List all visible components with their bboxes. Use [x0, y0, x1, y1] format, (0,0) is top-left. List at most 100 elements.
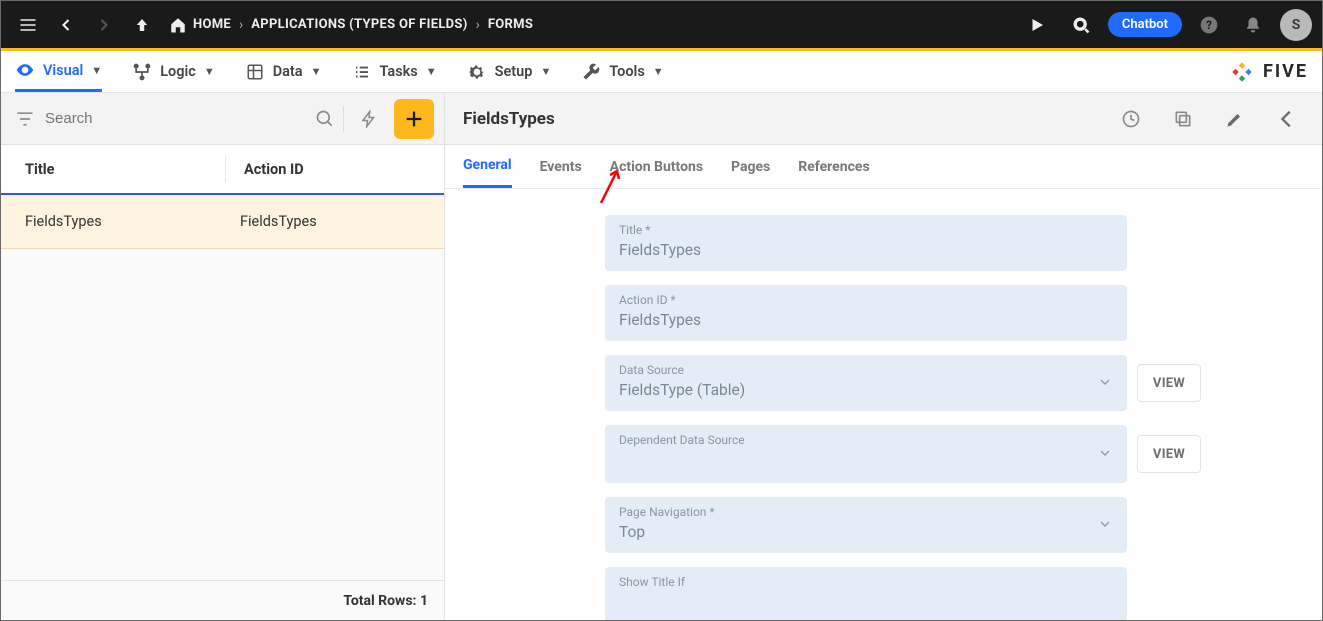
history-button[interactable] [1114, 102, 1148, 136]
run-button[interactable] [1020, 8, 1054, 42]
field-value: FieldsType (Table) [619, 381, 1097, 401]
tab-references[interactable]: References [798, 145, 869, 188]
form-body[interactable]: Title * FieldsTypes Action ID * FieldsTy… [445, 189, 1322, 620]
list-panel: Title Action ID FieldsTypes FieldsTypes … [1, 93, 445, 620]
field-dependent-data-source[interactable]: Dependent Data Source [605, 425, 1127, 483]
field-label: Dependent Data Source [619, 433, 1097, 447]
add-button[interactable] [394, 99, 434, 139]
field-show-title-if[interactable]: Show Title If [605, 567, 1127, 620]
detail-title: FieldsTypes [463, 109, 555, 129]
plus-icon [403, 108, 425, 130]
global-search-button[interactable] [1064, 8, 1098, 42]
copy-button[interactable] [1166, 102, 1200, 136]
menu-logic[interactable]: Logic ▼ [132, 51, 215, 92]
help-button[interactable]: ? [1192, 8, 1226, 42]
list-headers: Title Action ID [1, 145, 444, 195]
wrench-icon [581, 62, 601, 82]
menu-tools[interactable]: Tools ▼ [581, 51, 663, 92]
brand-text: FIVE [1263, 61, 1308, 82]
notifications-button[interactable] [1236, 8, 1270, 42]
field-label: Show Title If [619, 575, 1113, 589]
nav-forward-button [87, 8, 121, 42]
form-inner: Title * FieldsTypes Action ID * FieldsTy… [445, 215, 1322, 620]
search-icon[interactable] [315, 109, 335, 129]
tab-events[interactable]: Events [540, 145, 582, 188]
menu-label: Logic [160, 63, 196, 80]
brand-logo: FIVE [1229, 59, 1308, 85]
gear-icon [467, 62, 487, 82]
caret-down-icon: ▼ [426, 65, 437, 78]
breadcrumb-label: HOME [193, 17, 231, 32]
header-title[interactable]: Title [25, 161, 225, 178]
search-input[interactable] [43, 102, 305, 135]
menu-label: Tools [609, 63, 644, 80]
menu-label: Tasks [380, 63, 418, 80]
header-divider [225, 156, 226, 182]
field-title[interactable]: Title * FieldsTypes [605, 215, 1127, 271]
menu-tasks[interactable]: Tasks ▼ [352, 51, 437, 92]
tab-action-buttons[interactable]: Action Buttons [610, 145, 703, 188]
breadcrumbs: HOME › APPLICATIONS (TYPES OF FIELDS) › … [169, 16, 533, 34]
caret-down-icon: ▼ [540, 65, 551, 78]
topbar-left: HOME › APPLICATIONS (TYPES OF FIELDS) › … [11, 8, 533, 42]
menu-visual[interactable]: Visual ▼ [15, 51, 102, 92]
logic-icon [132, 62, 152, 82]
home-icon [169, 16, 187, 34]
search-wrap [43, 102, 335, 135]
topbar-right: Chatbot ? S [1020, 8, 1312, 42]
menu-data[interactable]: Data ▼ [245, 51, 322, 92]
chatbot-button[interactable]: Chatbot [1108, 12, 1182, 37]
divider [343, 106, 344, 132]
tab-pages[interactable]: Pages [731, 145, 770, 188]
filter-icon[interactable] [15, 109, 35, 129]
detail-header: FieldsTypes [445, 93, 1322, 145]
total-label: Total Rows: [343, 593, 416, 609]
user-avatar[interactable]: S [1280, 9, 1312, 41]
hamburger-icon[interactable] [11, 8, 45, 42]
field-label: Action ID * [619, 293, 1113, 307]
caret-down-icon: ▼ [653, 65, 664, 78]
field-data-source[interactable]: Data Source FieldsType (Table) [605, 355, 1127, 411]
field-action-id[interactable]: Action ID * FieldsTypes [605, 285, 1127, 341]
menu-label: Data [273, 63, 303, 80]
list-row[interactable]: FieldsTypes FieldsTypes [1, 195, 444, 249]
svg-text:?: ? [1206, 18, 1212, 32]
field-value [619, 451, 1097, 473]
breadcrumb-forms[interactable]: FORMS [488, 17, 533, 32]
field-value: FieldsTypes [619, 241, 1113, 261]
field-page-navigation[interactable]: Page Navigation * Top [605, 497, 1127, 553]
chevron-down-icon [1097, 445, 1113, 461]
grid-icon [245, 62, 265, 82]
view-dependent-source-button[interactable]: VIEW [1137, 435, 1201, 473]
header-action-id[interactable]: Action ID [244, 161, 304, 178]
field-label: Title * [619, 223, 1113, 237]
field-label: Data Source [619, 363, 1097, 377]
detail-actions [1114, 102, 1304, 136]
chevron-down-icon [1097, 516, 1113, 532]
menu-label: Visual [43, 62, 83, 79]
caret-down-icon: ▼ [204, 65, 215, 78]
nav-up-button[interactable] [125, 8, 159, 42]
edit-button[interactable] [1218, 102, 1252, 136]
field-value: Top [619, 523, 1097, 543]
menu-label: Setup [495, 63, 533, 80]
chevron-down-icon [1097, 374, 1113, 390]
back-arrow-button[interactable] [1270, 102, 1304, 136]
search-row [1, 93, 444, 145]
field-value: FieldsTypes [619, 311, 1113, 331]
field-value [619, 593, 1113, 615]
menubar: Visual ▼ Logic ▼ Data ▼ Tasks ▼ Setup ▼ … [1, 51, 1322, 93]
flash-icon[interactable] [352, 102, 386, 136]
five-logo-icon [1229, 59, 1255, 85]
tasks-icon [352, 62, 372, 82]
row-title: FieldsTypes [25, 213, 240, 230]
detail-tabs: General Events Action Buttons Pages Refe… [445, 145, 1322, 189]
main: Title Action ID FieldsTypes FieldsTypes … [1, 93, 1322, 620]
menu-setup[interactable]: Setup ▼ [467, 51, 552, 92]
breadcrumb-home[interactable]: HOME [169, 16, 231, 34]
breadcrumb-applications[interactable]: APPLICATIONS (TYPES OF FIELDS) [251, 17, 467, 32]
tab-general[interactable]: General [463, 145, 512, 188]
detail-panel: FieldsTypes General Events Action Button… [445, 93, 1322, 620]
nav-back-button[interactable] [49, 8, 83, 42]
view-data-source-button[interactable]: VIEW [1137, 364, 1201, 402]
